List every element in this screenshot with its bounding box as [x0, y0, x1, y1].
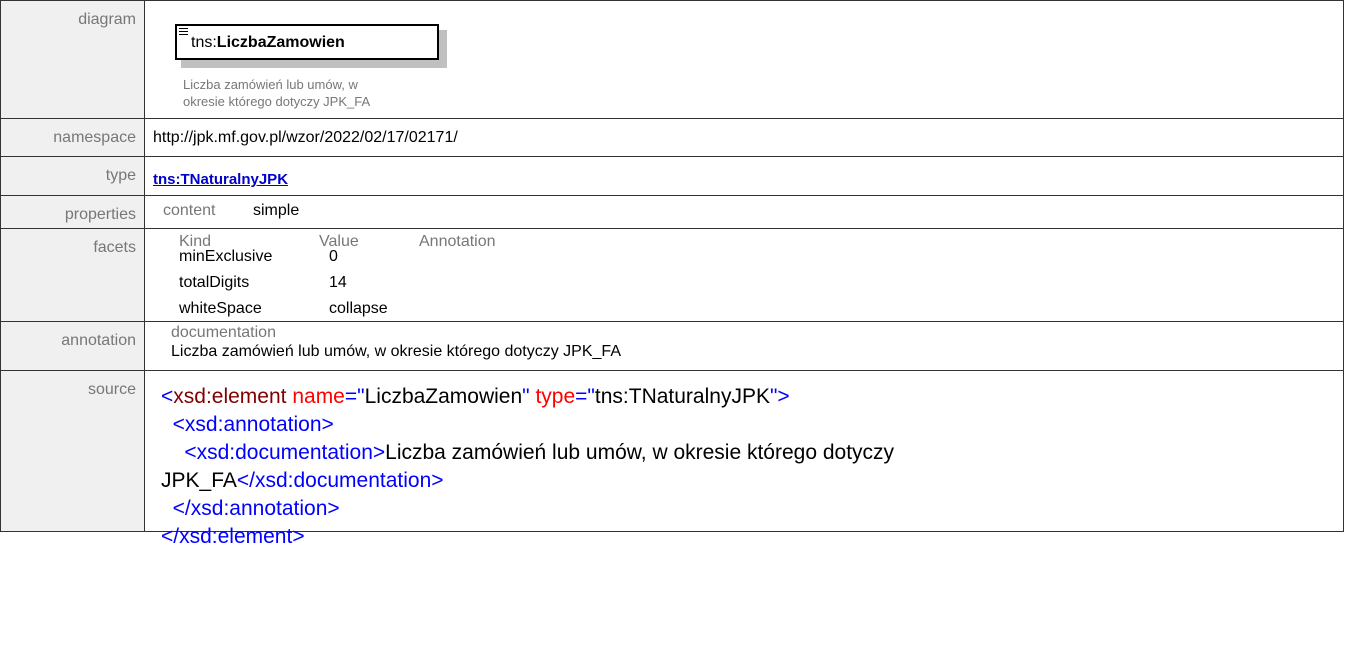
type-cell: tns:TNaturalnyJPK [144, 156, 1344, 196]
code-token: </xsd:documentation> [236, 469, 444, 492]
facet-value: collapse [329, 300, 388, 317]
facet-kind: whiteSpace [179, 300, 262, 317]
row-label-properties: properties [0, 195, 145, 229]
facet-kind: minExclusive [179, 248, 273, 265]
source-code-lines: <xsd:element name="LiczbaZamowien" type=… [161, 383, 894, 551]
properties-row: properties content simple [0, 195, 1344, 229]
element-doc-line: okresie którego dotyczy JPK_FA [183, 94, 371, 109]
property-key: content [163, 202, 216, 219]
row-label-diagram: diagram [0, 0, 145, 119]
properties-label: properties [64, 206, 136, 223]
code-token: <xsd:annotation> [161, 413, 334, 436]
code-token: "> [769, 385, 790, 408]
namespace-label: namespace [53, 129, 136, 146]
annotation-row: annotation documentation Liczba zamówień… [0, 321, 1344, 371]
code-token: </xsd:annotation> [161, 497, 340, 520]
property-value: simple [253, 202, 300, 219]
namespace-row: namespace http://jpk.mf.gov.pl/wzor/2022… [0, 118, 1344, 157]
code-token: tns:TNaturalnyJPK [594, 385, 770, 408]
row-label-source: source [0, 370, 145, 532]
code-token: name [286, 385, 345, 408]
facets-table: Kind Value Annotation minExclusive 0 tot… [153, 229, 1343, 321]
diagram-label: diagram [78, 11, 136, 28]
namespace-cell: http://jpk.mf.gov.pl/wzor/2022/02/17/021… [144, 118, 1344, 157]
code-token: xsd:element [173, 385, 287, 408]
diagram-cell: tns:LiczbaZamowien Liczba zamówień lub u… [144, 0, 1344, 119]
code-token: " [522, 385, 530, 408]
element-local-name: LiczbaZamowien [216, 34, 345, 51]
row-label-type: type [0, 156, 145, 196]
facets-header-value: Value [319, 233, 359, 250]
namespace-value: http://jpk.mf.gov.pl/wzor/2022/02/17/021… [153, 129, 458, 146]
annotation-cell: documentation Liczba zamówień lub umów, … [144, 321, 1344, 371]
element-doc-line: Liczba zamówień lub umów, w [183, 77, 358, 92]
diagram-row: diagram tns:LiczbaZamowien Liczba zamówi… [0, 0, 1344, 119]
code-token: =" [344, 385, 365, 408]
code-token: =" [575, 385, 595, 408]
facets-row: facets Kind Value Annotation minExclusiv… [0, 228, 1344, 322]
code-token: </xsd:element> [161, 525, 305, 548]
facet-value: 0 [329, 248, 338, 265]
row-label-namespace: namespace [0, 118, 145, 157]
annotation-label: annotation [61, 332, 136, 349]
code-token: Liczba zamówień lub umów, w okresie któr… [385, 441, 895, 464]
type-link[interactable]: tns:TNaturalnyJPK [153, 157, 288, 188]
facet-value: 14 [329, 274, 347, 291]
annotation-block: documentation Liczba zamówień lub umów, … [153, 322, 1343, 370]
type-label: type [105, 167, 136, 184]
properties-cell: content simple [144, 195, 1344, 229]
facets-label: facets [93, 239, 136, 256]
source-label: source [87, 381, 136, 398]
content-lines-icon [179, 28, 188, 37]
code-token: LiczbaZamowien [364, 385, 523, 408]
facets-header-annotation: Annotation [419, 233, 496, 250]
type-row: type tns:TNaturalnyJPK [0, 156, 1344, 196]
element-name[interactable]: tns:LiczbaZamowien [191, 34, 345, 52]
row-label-facets: facets [0, 228, 145, 322]
schema-doc-table: diagram tns:LiczbaZamowien Liczba zamówi… [0, 0, 1344, 548]
source-row: source <xsd:element name="LiczbaZamowien… [0, 370, 1344, 548]
code-token: type [529, 385, 576, 408]
element-prefix: tns: [191, 34, 217, 51]
annotation-header: documentation [171, 324, 276, 341]
source-cell: <xsd:element name="LiczbaZamowien" type=… [144, 370, 1344, 548]
source-code: <xsd:element name="LiczbaZamowien" type=… [153, 371, 1343, 548]
facets-cell: Kind Value Annotation minExclusive 0 tot… [144, 228, 1344, 322]
properties-table: content simple [153, 196, 1343, 228]
code-token: JPK_FA [161, 469, 237, 492]
annotation-text: Liczba zamówień lub umów, w okresie któr… [171, 343, 621, 360]
facet-kind: totalDigits [179, 274, 250, 291]
element-doc: Liczba zamówień lub umów, w okresie któr… [183, 76, 403, 110]
code-token: <xsd:documentation> [161, 441, 386, 464]
row-label-annotation: annotation [0, 321, 145, 371]
element-diagram: tns:LiczbaZamowien Liczba zamówień lub u… [153, 1, 1343, 118]
code-token: < [161, 385, 174, 408]
